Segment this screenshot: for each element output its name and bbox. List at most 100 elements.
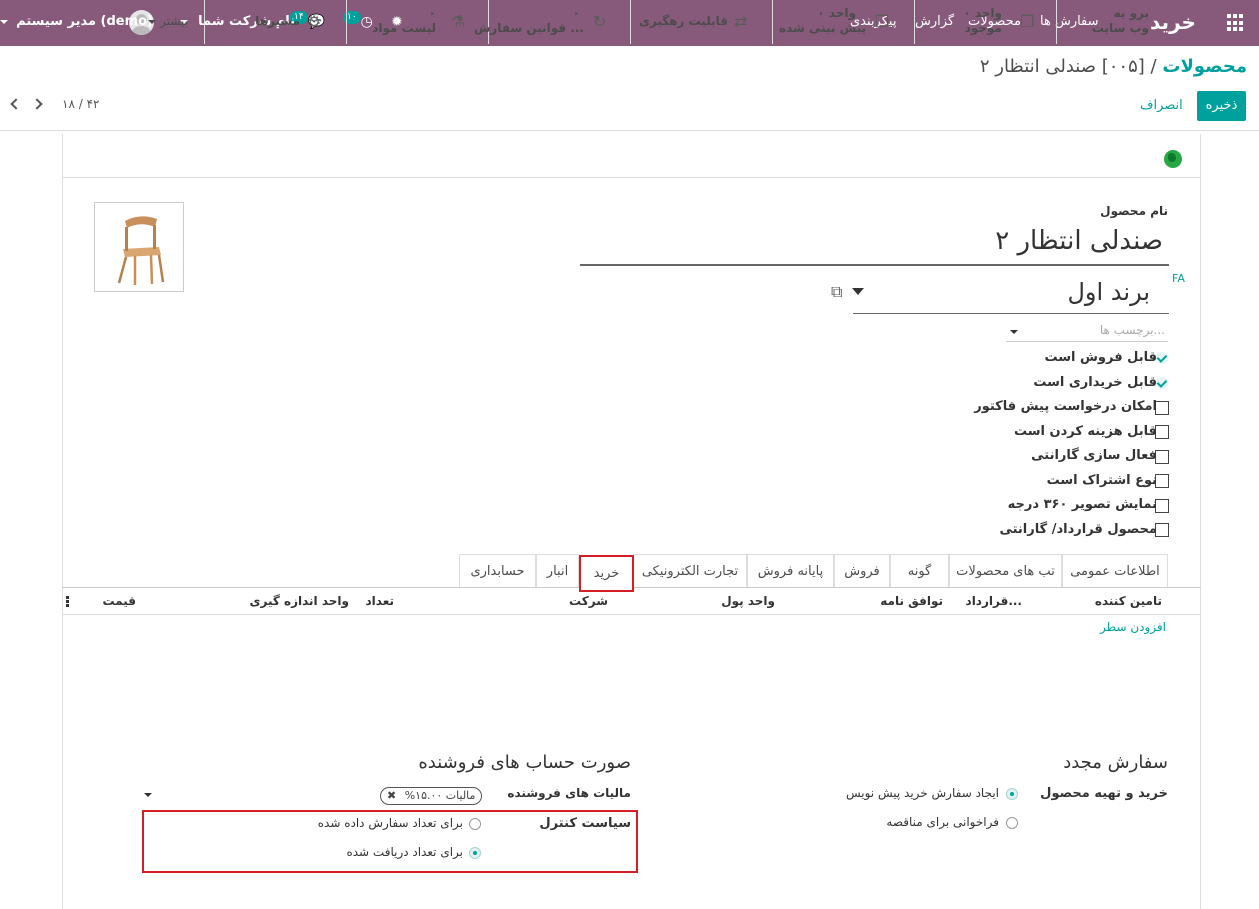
tags-input[interactable]: برچسب ها... <box>1100 323 1165 337</box>
cubes-icon: ❒ <box>1020 12 1035 31</box>
chevron-down-icon <box>0 19 8 24</box>
external-link-icon[interactable]: ⧉ <box>831 282 842 302</box>
bom-label-2: لیست مواد <box>372 21 436 35</box>
column-uom[interactable]: واحد اندازه گیری <box>249 594 349 608</box>
remove-tag-icon[interactable]: ✖ <box>387 789 396 802</box>
column-quantity[interactable]: تعداد <box>366 594 394 608</box>
view-360-checkbox[interactable] <box>1155 499 1169 513</box>
smart-button-box <box>62 134 1201 178</box>
warranty-checkbox[interactable] <box>1155 450 1169 464</box>
onhand-button[interactable]: ❒ ۰ واحد موجود <box>914 0 1056 44</box>
tab-product-tabs[interactable]: تب های محصولات <box>949 554 1062 587</box>
breadcrumb-separator: / <box>1150 56 1157 77</box>
tab-inventory[interactable]: انبار <box>536 554 579 587</box>
tab-variants[interactable]: گونه <box>890 554 949 587</box>
cubes-icon: ❒ <box>875 12 890 31</box>
table-header-divider <box>62 614 1201 615</box>
subscription-label: نوع اشتراک است <box>1046 473 1157 488</box>
tags-dropdown-icon[interactable] <box>1010 330 1018 334</box>
tax-tag[interactable]: مالیات ۱۵.۰۰% ✖ <box>380 787 483 805</box>
discard-button[interactable]: انصراف <box>1140 91 1183 121</box>
chair-image <box>117 216 165 285</box>
refresh-icon: ↻ <box>593 12 607 31</box>
onhand-label-1: ۰ واحد <box>963 6 1002 20</box>
tab-accounting[interactable]: حسابداری <box>459 554 536 587</box>
brand-dropdown-icon[interactable] <box>852 288 864 295</box>
product-name-field[interactable]: صندلی انتظار ۲ <box>995 226 1163 256</box>
exchange-icon: ⇄ <box>734 12 748 31</box>
procurement-label: خرید و تهیه محصول <box>1040 786 1168 801</box>
website-label-1: برو به <box>1113 6 1149 20</box>
bom-button[interactable]: ⚗ ۰ لیست مواد <box>346 0 488 44</box>
reorder-label-2: قوانین سفارش ... <box>473 21 584 35</box>
tab-sales[interactable]: فروش <box>834 554 890 587</box>
routes-button[interactable]: ⚙ مسیرها <box>204 0 346 44</box>
tab-pos[interactable]: پایانه فروش <box>747 554 834 587</box>
column-contract[interactable]: قرارداد... <box>966 594 1022 608</box>
tab-purchase[interactable]: خرید <box>579 555 634 592</box>
sale-ok-label: قابل فروش است <box>1044 350 1157 365</box>
more-button[interactable]: بیشتر <box>62 0 204 44</box>
website-label-2: وب سایت <box>1091 21 1149 35</box>
purchase-ok-label: قابل خریداری است <box>1033 375 1157 390</box>
add-line-link[interactable]: افزودن سطر <box>1100 620 1166 634</box>
contract-warranty-label: محصول قرارداد/ گارانتی <box>999 522 1157 537</box>
taxes-dropdown-icon[interactable] <box>144 793 152 797</box>
chevron-down-icon <box>148 19 157 24</box>
website-button[interactable]: برو به وب سایت <box>1056 0 1201 44</box>
breadcrumb-current: [۰۰۵] صندلی انتظار ۲ <box>979 56 1145 77</box>
column-options-icon[interactable] <box>66 596 69 608</box>
subscription-checkbox[interactable] <box>1155 474 1169 488</box>
tax-tag-label: مالیات ۱۵.۰۰% <box>404 789 476 802</box>
purchase-ok-checkbox[interactable] <box>1156 377 1168 389</box>
onhand-label-2: موجود <box>964 21 1002 35</box>
warranty-label: فعال سازی گارانتی <box>1031 448 1157 463</box>
gears-icon: ⚙ <box>307 12 322 31</box>
column-price[interactable]: قیمت <box>102 594 136 608</box>
contract-warranty-checkbox[interactable] <box>1155 523 1169 537</box>
reordering-title: سفارش مجدد <box>1063 752 1168 773</box>
vendor-bills-title: صورت حساب های فروشنده <box>418 752 631 773</box>
reorder-label-1: ۰ <box>572 6 580 20</box>
pager-value[interactable]: ۱۸ / ۴۲ <box>62 97 99 111</box>
product-name-underline <box>580 264 1169 266</box>
vendor-taxes-label: مالیات های فروشنده <box>507 786 631 800</box>
can-expense-label: قابل هزینه کردن است <box>1013 424 1157 439</box>
tab-general-info[interactable]: اطلاعات عمومی <box>1062 554 1168 587</box>
can-expense-checkbox[interactable] <box>1155 425 1169 439</box>
tags-underline <box>1006 341 1168 342</box>
quotation-request-label: امکان درخواست پیش فاکتور <box>974 399 1157 414</box>
product-image[interactable] <box>94 202 184 292</box>
call-for-tender-radio[interactable] <box>1006 817 1018 829</box>
globe-icon <box>1164 150 1182 168</box>
quotation-request-checkbox[interactable] <box>1155 401 1169 415</box>
forecast-button[interactable]: ❒ ۰ واحد پیش بینی شده <box>772 0 914 44</box>
reordering-rules-button[interactable]: ↻ ۰ قوانین سفارش ... <box>474 0 630 44</box>
more-label: بیشتر <box>160 14 188 28</box>
column-company[interactable]: شرکت <box>569 594 608 608</box>
sale-ok-checkbox[interactable] <box>1156 352 1168 364</box>
column-agreement[interactable]: توافق نامه <box>880 594 943 608</box>
breadcrumb-products[interactable]: محصولات <box>1162 56 1247 77</box>
tab-ecommerce[interactable]: تجارت الکترونیکی <box>633 554 747 587</box>
apps-grid-icon[interactable] <box>1227 14 1245 32</box>
pager-previous-icon[interactable] <box>10 98 22 110</box>
breadcrumb: محصولات / [۰۰۵] صندلی انتظار ۲ <box>980 56 1247 77</box>
column-currency[interactable]: واحد پول <box>721 594 775 608</box>
call-for-tender-label: فراخوانی برای مناقصه <box>886 815 999 829</box>
language-button[interactable]: FA <box>1172 272 1185 285</box>
forecast-label-1: ۰ واحد <box>817 6 856 20</box>
draft-po-radio[interactable] <box>1006 788 1018 800</box>
forecast-label-2: پیش بینی شده <box>779 21 866 35</box>
save-button[interactable]: ذخیره <box>1197 91 1246 121</box>
column-vendor[interactable]: تامین کننده <box>1095 594 1162 608</box>
control-panel-divider <box>0 130 1259 131</box>
view-360-label: نمایش تصویر ۳۶۰ درجه <box>1007 497 1157 512</box>
brand-field[interactable]: برند اول <box>1067 278 1150 306</box>
brand-underline <box>853 313 1169 314</box>
routes-label: مسیرها <box>255 14 300 28</box>
bom-label-1: ۰ <box>428 6 436 20</box>
pager-next-icon[interactable] <box>31 98 43 110</box>
traceability-button[interactable]: ⇄ قابلیت رهگیری <box>630 0 772 44</box>
highlight-box <box>142 810 638 873</box>
